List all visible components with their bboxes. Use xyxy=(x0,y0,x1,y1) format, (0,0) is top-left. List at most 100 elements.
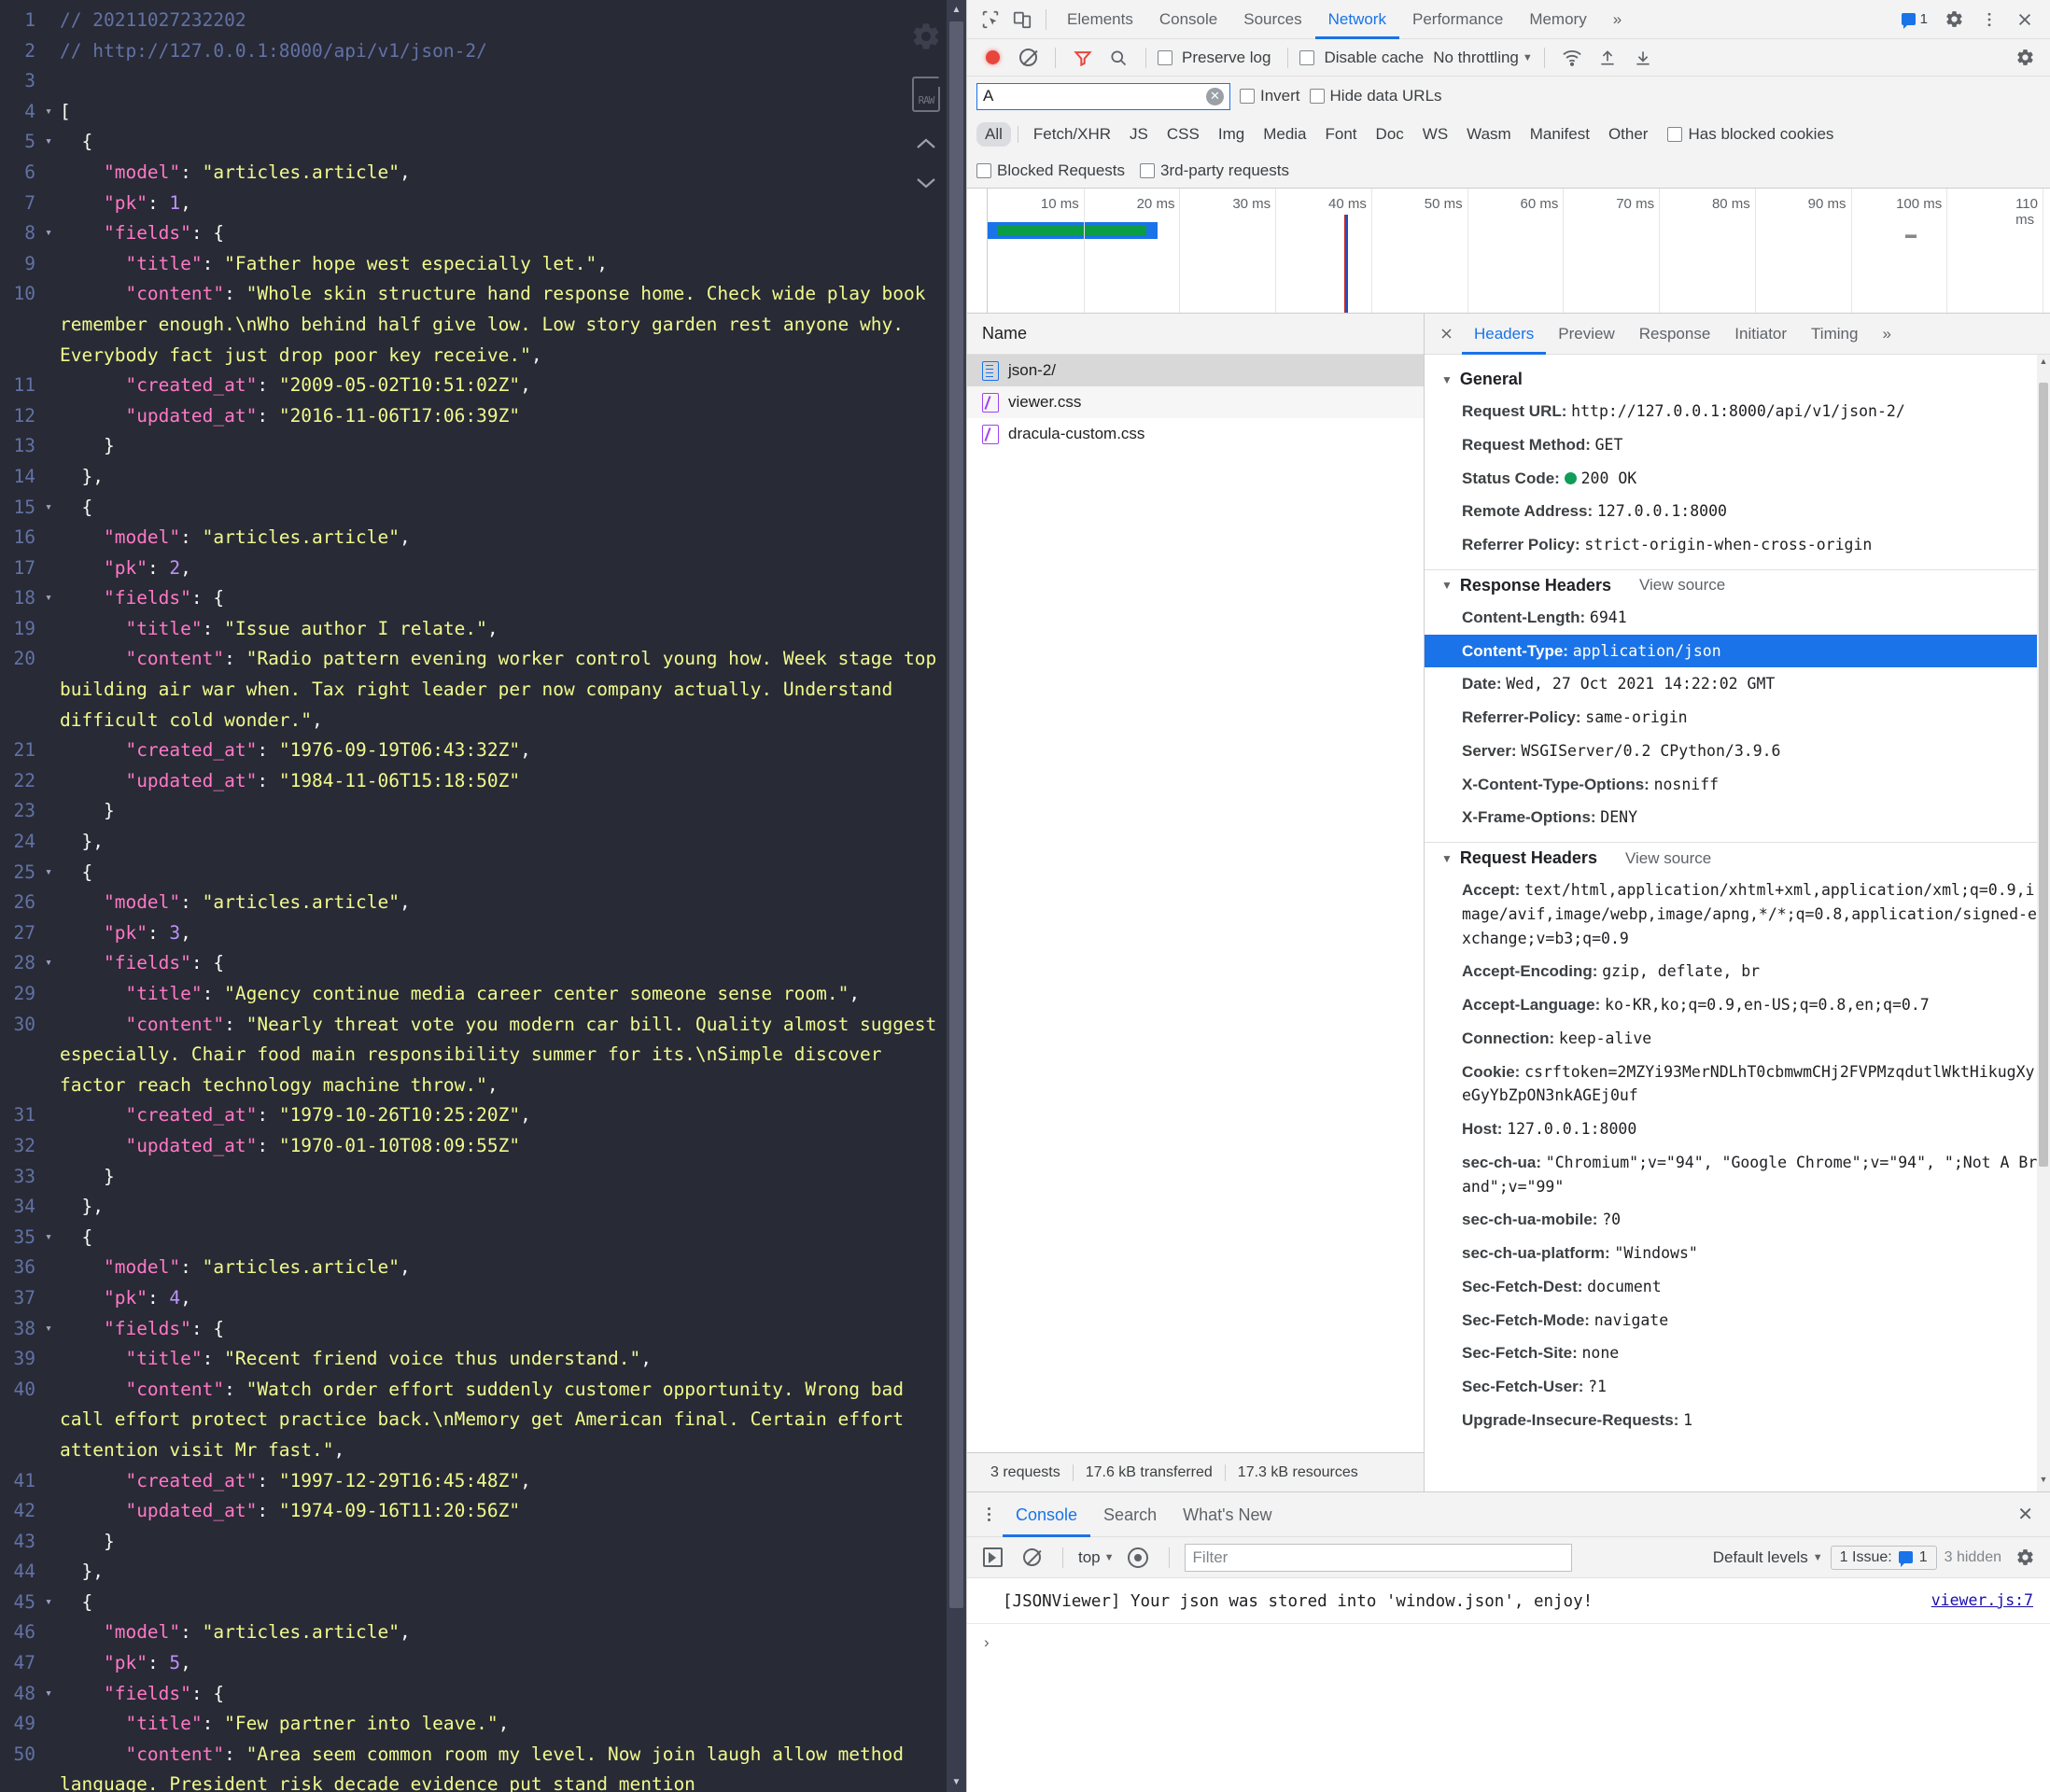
header-row[interactable]: Request Method: GET xyxy=(1425,428,2050,462)
scrollbar-thumb[interactable] xyxy=(949,21,963,1608)
request-row[interactable]: viewer.css xyxy=(967,386,1424,418)
console-context-select[interactable]: top ▼ xyxy=(1078,1548,1115,1567)
header-row[interactable]: Sec-Fetch-Dest: document xyxy=(1425,1270,2050,1304)
message-count-badge[interactable]: 1 xyxy=(1894,9,1934,29)
close-drawer-icon[interactable]: ✕ xyxy=(2017,1503,2050,1526)
details-tab-timing[interactable]: Timing xyxy=(1799,314,1870,355)
fold-toggle-icon[interactable]: ▾ xyxy=(37,218,60,249)
details-scrollbar[interactable]: ▲ ▼ xyxy=(2037,355,2050,1491)
header-row[interactable]: Sec-Fetch-Mode: navigate xyxy=(1425,1304,2050,1337)
has-blocked-cookies-row[interactable]: Has blocked cookies xyxy=(1667,125,1833,144)
device-toolbar-icon[interactable] xyxy=(1006,4,1038,35)
third-party-checkbox[interactable] xyxy=(1140,162,1156,178)
export-har-icon[interactable] xyxy=(1627,42,1659,74)
has-blocked-cookies-checkbox[interactable] xyxy=(1667,127,1683,142)
preserve-log-checkbox[interactable] xyxy=(1158,49,1172,65)
more-options-icon[interactable] xyxy=(1973,4,2005,35)
search-icon[interactable] xyxy=(1102,42,1134,74)
gear-icon[interactable] xyxy=(1938,4,1970,35)
details-tab-response[interactable]: Response xyxy=(1627,314,1723,355)
network-overview-timeline[interactable]: ▬ 10 ms 20 ms 30 ms 40 ms 50 ms 60 ms 70 ms 80 … xyxy=(967,189,2050,314)
header-row[interactable]: X-Frame-Options: DENY xyxy=(1425,801,2050,834)
console-filter-input[interactable]: Filter xyxy=(1184,1543,1572,1572)
more-options-icon[interactable] xyxy=(975,1501,1003,1529)
header-row[interactable]: Content-Type: application/json xyxy=(1425,634,2050,668)
scroll-down-arrow[interactable]: ▼ xyxy=(947,1772,966,1792)
type-filter-fetch-xhr[interactable]: Fetch/XHR xyxy=(1025,122,1119,147)
section-header-request-headers[interactable]: ▼ Request Headers View source xyxy=(1425,843,2050,874)
tab-memory[interactable]: Memory xyxy=(1516,0,1599,39)
drawer-tab-console[interactable]: Console xyxy=(1003,1492,1090,1537)
header-row[interactable]: Referrer-Policy: same-origin xyxy=(1425,701,2050,735)
json-viewer-scrollbar[interactable]: ▲ ▼ xyxy=(947,0,966,1792)
log-levels-select[interactable]: Default levels ▼ xyxy=(1713,1548,1823,1567)
chevron-up-icon[interactable] xyxy=(914,136,938,151)
gear-icon[interactable] xyxy=(2009,42,2041,74)
issues-chip[interactable]: 1 Issue: 1 xyxy=(1830,1545,1937,1570)
close-icon[interactable] xyxy=(2009,4,2041,35)
import-har-icon[interactable] xyxy=(1592,42,1623,74)
gear-icon[interactable] xyxy=(2009,1542,2041,1574)
filter-input[interactable]: A ✕ xyxy=(976,82,1230,110)
hide-data-urls-checkbox-row[interactable]: Hide data URLs xyxy=(1309,87,1442,105)
request-row[interactable]: json-2/ xyxy=(967,355,1424,386)
type-filter-manifest[interactable]: Manifest xyxy=(1522,122,1598,147)
header-row[interactable]: Server: WSGIServer/0.2 CPython/3.9.6 xyxy=(1425,735,2050,768)
header-row[interactable]: Request URL: http://127.0.0.1:8000/api/v… xyxy=(1425,395,2050,428)
type-filter-img[interactable]: Img xyxy=(1210,122,1253,147)
gear-icon[interactable] xyxy=(910,21,942,52)
details-tab-initiator[interactable]: Initiator xyxy=(1722,314,1799,355)
header-row[interactable]: Connection: keep-alive xyxy=(1425,1022,2050,1056)
details-overflow-icon[interactable]: » xyxy=(1870,314,1903,355)
fold-toggle-icon[interactable]: ▾ xyxy=(37,97,60,128)
fold-toggle-icon[interactable]: ▾ xyxy=(37,127,60,158)
type-filter-ws[interactable]: WS xyxy=(1414,122,1456,147)
header-row[interactable]: Date: Wed, 27 Oct 2021 14:22:02 GMT xyxy=(1425,667,2050,701)
chevron-double-right-icon[interactable]: » xyxy=(1600,0,1635,39)
fold-toggle-icon[interactable]: ▾ xyxy=(37,858,60,889)
fold-toggle-icon[interactable]: ▾ xyxy=(37,1314,60,1345)
clear-console-icon[interactable] xyxy=(1016,1542,1047,1574)
header-row[interactable]: Host: 127.0.0.1:8000 xyxy=(1425,1113,2050,1146)
fold-toggle-icon[interactable]: ▾ xyxy=(37,1223,60,1253)
drawer-tab-what-s-new[interactable]: What's New xyxy=(1170,1492,1285,1537)
disable-cache-checkbox[interactable] xyxy=(1299,49,1315,65)
blocked-requests-checkbox-row[interactable]: Blocked Requests xyxy=(976,161,1125,180)
view-source-link[interactable]: View source xyxy=(1639,576,1725,595)
header-row[interactable]: Referrer Policy: strict-origin-when-cros… xyxy=(1425,528,2050,562)
type-filter-all[interactable]: All xyxy=(976,122,1011,147)
fold-toggle-icon[interactable]: ▾ xyxy=(37,493,60,524)
chevron-down-icon[interactable] xyxy=(914,175,938,190)
tab-console[interactable]: Console xyxy=(1146,0,1230,39)
tab-elements[interactable]: Elements xyxy=(1054,0,1146,39)
type-filter-other[interactable]: Other xyxy=(1600,122,1657,147)
header-row[interactable]: Upgrade-Insecure-Requests: 1 xyxy=(1425,1404,2050,1437)
header-row[interactable]: Accept-Encoding: gzip, deflate, br xyxy=(1425,955,2050,988)
header-row[interactable]: Content-Length: 6941 xyxy=(1425,601,2050,635)
filter-icon[interactable] xyxy=(1067,42,1099,74)
clear-input-icon[interactable]: ✕ xyxy=(1206,87,1224,105)
request-row[interactable]: dracula-custom.css xyxy=(967,418,1424,450)
header-row[interactable]: Accept: text/html,application/xhtml+xml,… xyxy=(1425,874,2050,955)
hide-data-urls-checkbox[interactable] xyxy=(1309,89,1325,104)
type-filter-doc[interactable]: Doc xyxy=(1368,122,1412,147)
blocked-requests-checkbox[interactable] xyxy=(976,162,991,178)
scroll-up-arrow[interactable]: ▲ xyxy=(947,0,966,20)
request-list-header[interactable]: Name xyxy=(967,314,1424,355)
header-row[interactable]: Status Code: 200 OK xyxy=(1425,462,2050,496)
drawer-tab-search[interactable]: Search xyxy=(1090,1492,1170,1537)
throttling-select[interactable]: No throttling ▼ xyxy=(1433,49,1533,67)
type-filter-media[interactable]: Media xyxy=(1255,122,1314,147)
tab-network[interactable]: Network xyxy=(1315,0,1399,39)
type-filter-css[interactable]: CSS xyxy=(1158,122,1208,147)
header-row[interactable]: sec-ch-ua-mobile: ?0 xyxy=(1425,1203,2050,1237)
inspect-element-icon[interactable] xyxy=(975,4,1006,35)
fold-toggle-icon[interactable]: ▾ xyxy=(37,1588,60,1618)
tab-performance[interactable]: Performance xyxy=(1399,0,1516,39)
details-tab-preview[interactable]: Preview xyxy=(1546,314,1626,355)
header-row[interactable]: sec-ch-ua-platform: "Windows" xyxy=(1425,1237,2050,1270)
invert-checkbox[interactable] xyxy=(1240,89,1255,104)
close-details-icon[interactable] xyxy=(1430,314,1462,355)
header-row[interactable]: sec-ch-ua: "Chromium";v="94", "Google Ch… xyxy=(1425,1146,2050,1204)
scroll-down-arrow[interactable]: ▼ xyxy=(2037,1475,2050,1490)
